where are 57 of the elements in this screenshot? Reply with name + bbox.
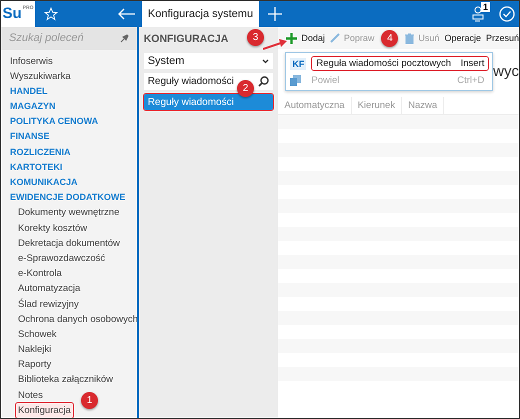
table-row[interactable] xyxy=(278,283,519,297)
table-row[interactable] xyxy=(278,115,519,129)
plus-icon[interactable] xyxy=(268,7,282,21)
menu-link[interactable]: Notes xyxy=(16,388,45,403)
tab-title[interactable]: Konfiguracja systemu xyxy=(142,1,259,27)
section-link[interactable]: EWIDENCJE DODATKOWE xyxy=(8,190,128,206)
table-row[interactable] xyxy=(278,171,519,185)
section-link[interactable]: FINANSE xyxy=(8,129,52,145)
table-row[interactable] xyxy=(278,311,519,325)
section-link[interactable]: KARTOTEKI xyxy=(8,160,64,175)
user-icon[interactable] xyxy=(472,5,486,23)
table-row[interactable] xyxy=(278,339,519,353)
menu-link[interactable]: Dokumenty wewnętrzne xyxy=(16,205,122,221)
menu-link[interactable]: Raporty xyxy=(16,357,54,372)
menu-link[interactable]: Wyszukiwarka xyxy=(8,68,73,84)
result-item[interactable]: Reguły wiadomości xyxy=(144,94,274,110)
back-arrow-icon[interactable] xyxy=(117,8,135,20)
menu-link[interactable]: Dekretacja dokumentów xyxy=(16,236,122,251)
pin-icon[interactable] xyxy=(120,34,129,43)
view-title: wyc xyxy=(493,63,519,80)
menu-link[interactable]: Schowek xyxy=(16,326,59,342)
table-row[interactable] xyxy=(278,227,519,241)
table-row[interactable] xyxy=(278,367,519,381)
section-link[interactable]: ROZLICZENIA xyxy=(8,144,72,160)
menu-link[interactable]: Korekty kosztów xyxy=(16,220,90,236)
system-dropdown[interactable]: System xyxy=(144,53,274,69)
copy-icon xyxy=(290,75,302,86)
star-icon[interactable] xyxy=(44,7,58,21)
menu-link[interactable]: e-Kontrola xyxy=(16,266,64,282)
toolbar-button[interactable]: Dodaj xyxy=(286,32,325,44)
menu-link[interactable]: Automatyzacja xyxy=(16,281,82,296)
section-link[interactable]: KOMUNIKACJA xyxy=(8,175,80,190)
menu-item[interactable]: KF Reguła wiadomości pocztowych Insert xyxy=(286,56,492,71)
table-row[interactable] xyxy=(278,255,519,269)
check-circle-icon[interactable] xyxy=(499,6,515,22)
plus-icon xyxy=(286,32,298,44)
toolbar-button[interactable]: Przesuń xyxy=(486,33,519,43)
search-icon xyxy=(258,76,270,87)
panel-heading: KONFIGURACJA xyxy=(144,33,228,47)
menu-link[interactable]: Konfiguracja xyxy=(16,402,73,418)
menu-link[interactable]: Ślad rewizyjny xyxy=(16,296,81,312)
menu-link[interactable]: Biblioteka załączników xyxy=(16,372,116,388)
callout-badge: 4 xyxy=(381,30,398,46)
trash-icon xyxy=(405,32,414,44)
menu-link[interactable]: e-Sprawozdawczość xyxy=(16,250,108,266)
toolbar-button[interactable]: Operacje xyxy=(444,33,481,43)
menu-link[interactable]: Naklejki xyxy=(16,342,54,358)
table-row[interactable] xyxy=(278,199,519,213)
chevron-icon xyxy=(262,58,270,64)
section-link[interactable]: MAGAZYN xyxy=(8,99,58,114)
menu-link[interactable]: Infoserwis xyxy=(8,54,55,69)
table-row[interactable] xyxy=(278,143,519,157)
section-link[interactable]: HANDEL xyxy=(8,84,50,100)
notification-badge: 1 xyxy=(480,2,490,12)
arrow-icon xyxy=(263,39,287,51)
section-link[interactable]: POLITYKA CENOWA xyxy=(8,114,100,130)
brush-icon xyxy=(330,33,340,43)
